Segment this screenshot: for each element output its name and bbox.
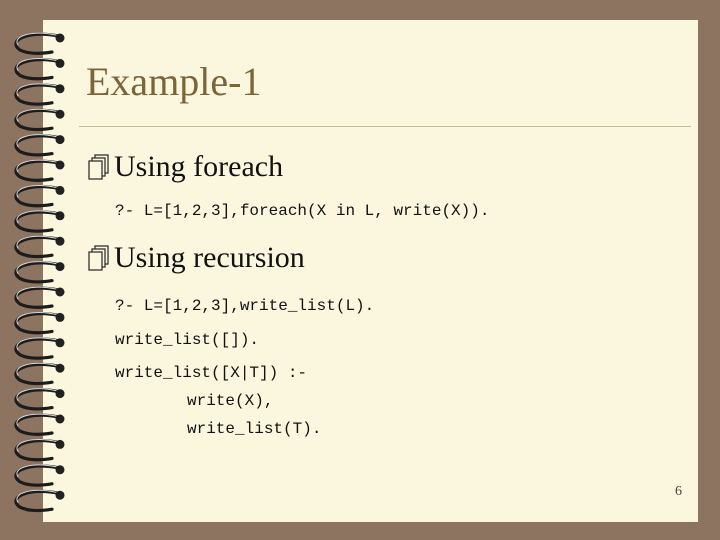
binding-ring bbox=[14, 57, 65, 81]
code-line: write_list([]). bbox=[115, 331, 260, 349]
stacked-pages-icon bbox=[88, 245, 109, 271]
bullet-recursion: Using recursion bbox=[86, 241, 305, 275]
binding-ring bbox=[14, 159, 65, 182]
bullet-foreach: Using foreach bbox=[86, 150, 283, 184]
binding-ring bbox=[14, 311, 65, 335]
binding-ring bbox=[14, 362, 65, 386]
bullet-label: Using foreach bbox=[114, 150, 284, 183]
binding-ring bbox=[14, 438, 65, 462]
binding-ring bbox=[14, 388, 65, 411]
binding-ring bbox=[14, 184, 65, 208]
binding-ring bbox=[14, 286, 65, 309]
binding-ring bbox=[14, 413, 65, 436]
code-line: ?- L=[1,2,3],write_list(L). bbox=[115, 297, 375, 315]
stacked-pages-icon bbox=[88, 154, 109, 180]
code-line: write_list(T). bbox=[187, 420, 322, 438]
title-divider bbox=[79, 126, 691, 127]
bullet-label: Using recursion bbox=[114, 241, 305, 274]
page-number: 6 bbox=[675, 484, 682, 499]
spiral-binding-icon bbox=[14, 32, 65, 513]
binding-ring bbox=[14, 235, 65, 259]
code-line: write_list([X|T]) :- bbox=[115, 364, 308, 382]
binding-ring bbox=[14, 464, 65, 487]
binding-ring bbox=[14, 83, 65, 106]
binding-ring bbox=[14, 210, 65, 233]
binding-ring bbox=[14, 337, 65, 360]
code-line: write(X), bbox=[187, 392, 274, 410]
binding-ring bbox=[14, 134, 65, 157]
binding-ring bbox=[14, 261, 65, 284]
binding-ring bbox=[14, 32, 65, 55]
binding-ring bbox=[14, 108, 65, 132]
code-line: ?- L=[1,2,3],foreach(X in L, write(X)). bbox=[115, 202, 490, 220]
slide-title: Example-1 bbox=[86, 59, 262, 104]
binding-ring bbox=[14, 489, 65, 513]
slide-stage: Example-1 Using foreach ?- L=[1,2,3],for… bbox=[0, 0, 720, 540]
